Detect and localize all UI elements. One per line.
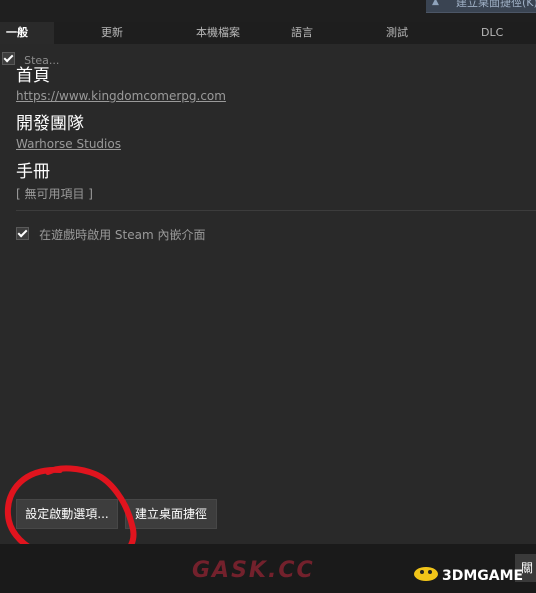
general-panel: Stea... 首頁 https://www.kingdomcomerpg.co…	[0, 44, 536, 544]
tab-local-files[interactable]: 本機檔案	[196, 22, 240, 44]
create-desktop-shortcut-button[interactable]: 建立桌面捷徑	[125, 499, 217, 529]
top-right-button[interactable]: ▲ 建立桌面捷徑(K)	[426, 0, 536, 13]
tab-dlc[interactable]: DLC	[481, 22, 503, 44]
homepage-heading: 首頁	[16, 66, 50, 86]
divider	[16, 210, 536, 211]
overlay-checkbox[interactable]: 在遊戲時啟用 Steam 內嵌介面	[16, 225, 205, 244]
watermark-gask: GASK.CC	[192, 558, 315, 583]
watermark-3dmgame: 3DMGAME	[442, 568, 524, 584]
tab-general[interactable]: 一般	[0, 22, 54, 44]
set-launch-options-button[interactable]: 設定啟動選項...	[16, 499, 118, 529]
checkmark-icon	[2, 52, 15, 65]
homepage-link[interactable]: https://www.kingdomcomerpg.com	[16, 89, 226, 103]
tab-updates[interactable]: 更新	[101, 22, 123, 44]
manual-value: [ 無可用項目 ]	[16, 187, 93, 201]
3dm-logo-icon	[414, 567, 438, 581]
dropdown-arrow-icon: ▲	[432, 0, 439, 7]
tab-language[interactable]: 語言	[291, 22, 313, 44]
tab-bar: 一般 更新 本機檔案 語言 測試 DLC	[0, 22, 536, 44]
overlay-checkbox-label: 在遊戲時啟用 Steam 內嵌介面	[39, 228, 206, 242]
manual-heading: 手冊	[16, 162, 50, 182]
tab-betas[interactable]: 測試	[386, 22, 408, 44]
checkmark-icon	[16, 227, 29, 240]
steam-properties-window: ▲ 建立桌面捷徑(K) 一般 更新 本機檔案 語言 測試 DLC Stea...…	[0, 0, 536, 593]
top-right-button-label: 建立桌面捷徑(K)	[456, 0, 536, 9]
developer-link[interactable]: Warhorse Studios	[16, 137, 121, 151]
developer-heading: 開發團隊	[16, 114, 84, 134]
